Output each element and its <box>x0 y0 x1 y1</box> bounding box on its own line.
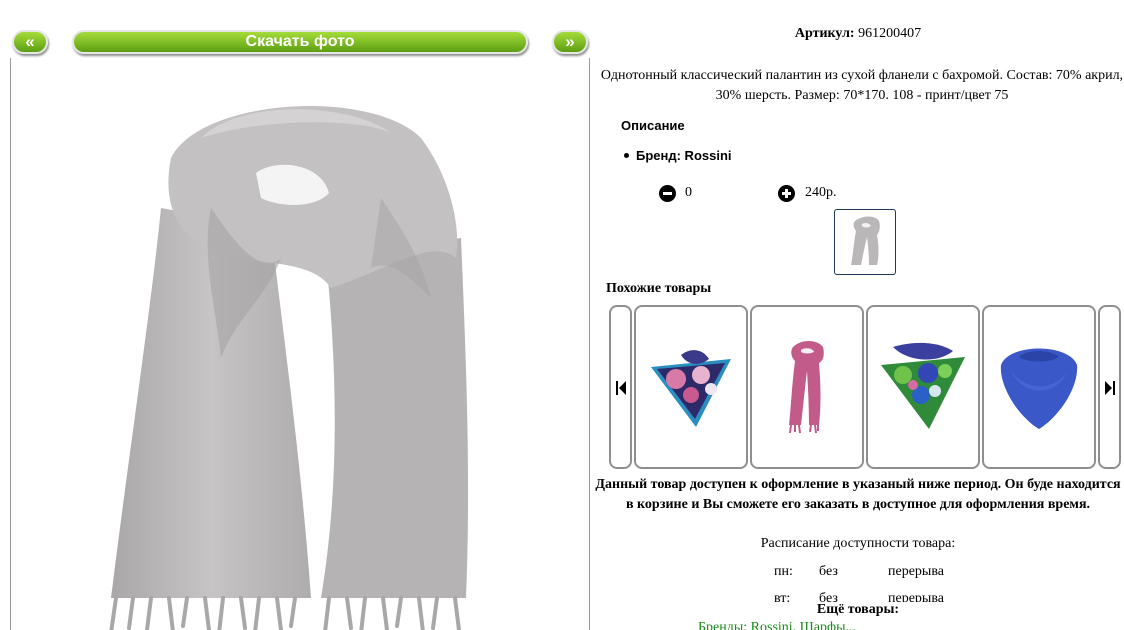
skip-forward-icon <box>1105 381 1115 395</box>
product-thumbnail[interactable] <box>834 209 896 275</box>
similar-item-3[interactable] <box>866 305 980 469</box>
schedule-value-2: перерыва <box>888 564 944 579</box>
quantity-value: 0 <box>685 185 692 200</box>
product-photo[interactable] <box>10 58 590 630</box>
download-photo-button[interactable]: Скачать фото <box>72 30 528 54</box>
article-label: Артикул: <box>794 26 855 41</box>
blue-scarf-image <box>1000 348 1078 429</box>
product-description: Однотонный классический палантин из сухо… <box>600 68 1124 103</box>
bullet-icon <box>624 153 629 159</box>
carousel-prev-button[interactable] <box>609 305 632 469</box>
product-details: Артикул: 961200407 Однотонный классическ… <box>592 0 1124 630</box>
schedule-row: пн: без перерыва <box>592 564 1124 584</box>
description-heading: Описание <box>621 118 685 133</box>
schedule-day: пн: <box>774 564 793 579</box>
price-value: 240р. <box>805 185 837 200</box>
similar-products-heading: Похожие товары <box>606 281 712 296</box>
schedule-value-1: без <box>819 564 838 579</box>
minus-icon[interactable] <box>659 185 676 202</box>
article-line: Артикул: 961200407 <box>592 26 1124 42</box>
brand-text: Бренд: Rossini <box>636 148 732 163</box>
brand-list-item: Бренд: Rossini <box>624 148 732 163</box>
availability-notice: Данный товар доступен к оформление в ука… <box>595 477 1121 512</box>
next-photo-button[interactable]: » <box>552 30 588 54</box>
photo-panel: « Скачать фото » <box>0 0 592 630</box>
scarf-thumbnail-image <box>851 216 880 265</box>
prev-photo-button[interactable]: « <box>12 30 48 54</box>
similar-item-2[interactable] <box>750 305 864 469</box>
similar-item-4[interactable] <box>982 305 1096 469</box>
patterned-scarf-image <box>651 350 731 427</box>
pink-scarf-image <box>789 341 824 434</box>
carousel-next-button[interactable] <box>1098 305 1121 469</box>
scarf-image <box>109 105 469 630</box>
similar-products-carousel <box>609 305 1123 469</box>
more-goods-link[interactable]: Бренды: Rossini. Шарфы... <box>698 620 856 630</box>
quantity-row: 0 240р. <box>592 184 1124 204</box>
more-goods-heading: Ещё товары: <box>592 602 1124 622</box>
schedule-title: Расписание доступности товара: <box>760 536 956 551</box>
green-floral-scarf-image <box>881 342 965 429</box>
similar-item-1[interactable] <box>634 305 748 469</box>
skip-back-icon <box>616 381 626 395</box>
article-value: 961200407 <box>858 26 922 41</box>
plus-icon[interactable] <box>778 185 795 202</box>
